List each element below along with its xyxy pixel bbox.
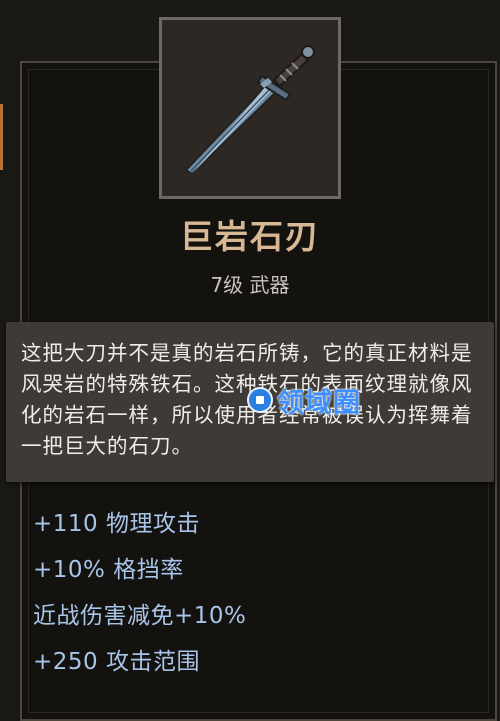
side-tab-indicator[interactable] <box>0 104 3 170</box>
item-level-type: 7级 武器 <box>210 273 290 297</box>
watermark-text: 领域圈 <box>277 387 361 419</box>
stat-block-rate: +10% 格挡率 <box>33 557 184 583</box>
item-name: 巨岩石刃 <box>180 217 320 256</box>
stat-attack-range: +250 攻击范围 <box>33 649 200 675</box>
greatsword-icon <box>184 45 315 176</box>
watermark: 领域圈 <box>247 384 361 419</box>
stat-physical-attack: +110 物理攻击 <box>33 511 200 537</box>
stats-list: +110 物理攻击 +10% 格挡率 近战伤害减免+10% +250 攻击范围 <box>33 505 246 689</box>
logo-icon <box>247 387 273 413</box>
item-icon-frame <box>159 17 341 199</box>
stat-melee-damage-reduction: 近战伤害减免+10% <box>33 603 247 629</box>
